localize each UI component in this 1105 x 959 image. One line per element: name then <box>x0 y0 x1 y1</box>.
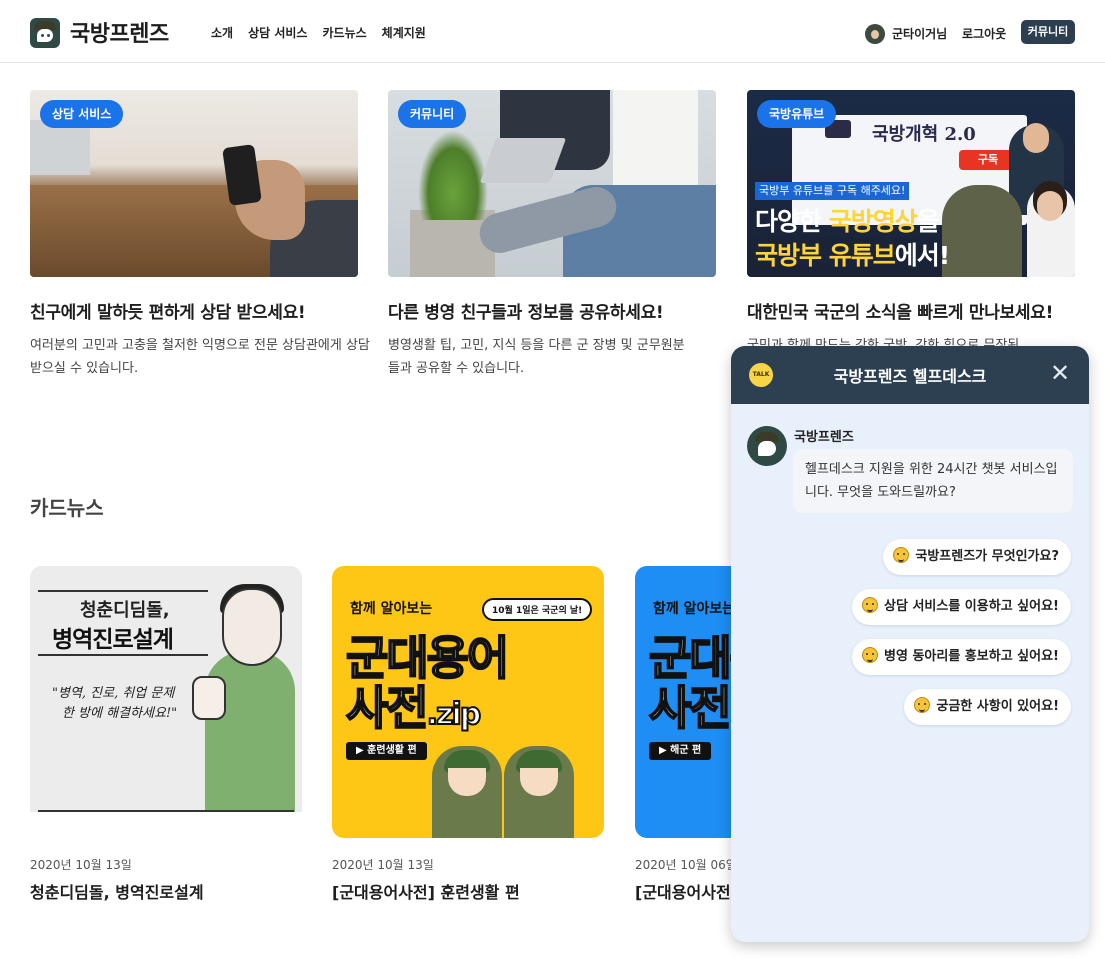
cardnews-title[interactable]: [군대용어사전] 훈련생활 편 <box>332 879 520 903</box>
logout-link[interactable]: 로그아웃 <box>962 25 1006 42</box>
feature-title[interactable]: 친구에게 말하듯 편하게 상담 받으세요! <box>30 298 306 323</box>
feature-card-counseling[interactable]: 상담 서비스 친구에게 말하듯 편하게 상담 받으세요! 여러분의 고민과 고충… <box>30 90 370 376</box>
helpdesk-header: TALK 국방프렌즈 헬프데스크 ✕ <box>731 346 1089 404</box>
category-badge: 상담 서비스 <box>40 100 124 128</box>
laptop-icon <box>479 138 567 183</box>
section-title-cardnews: 카드뉴스 <box>30 496 104 520</box>
feature-description: 여러분의 고민과 고충을 철저한 익명으로 전문 상담관에게 상담 받으실 수 … <box>30 338 370 376</box>
category-badge: 커뮤니티 <box>398 100 467 128</box>
feature-image[interactable]: 상담 서비스 <box>30 90 358 277</box>
brand-name[interactable]: 국방프렌즈 <box>70 16 169 48</box>
nav-item-cardnews[interactable]: 카드뉴스 <box>322 24 366 41</box>
cardnews-title[interactable]: 청춘디딤돌, 병역진로설계 <box>30 879 204 903</box>
bot-name: 국방프렌즈 <box>794 430 854 445</box>
worried-emoji-icon <box>862 597 878 613</box>
feature-card-community[interactable]: 커뮤니티 다른 병영 친구들과 정보를 공유하세요! 병영생활 팁, 고민, 지… <box>388 90 716 376</box>
cardnews-thumbnail[interactable]: 함께 알아보는 10월 1일은 국군의 날! 군대용어 사전.zip ▶ 훈련생… <box>332 566 604 838</box>
feature-description: 병영생활 팁, 고민, 지식 등을 다른 군 장병 및 군무원분들과 공유할 수… <box>388 338 685 376</box>
quick-reply-what-is[interactable]: 국방프렌즈가 무엇인가요? <box>883 539 1071 575</box>
feature-card-youtube[interactable]: 국방개혁 2.0 구독 국방부 유튜브를 구독 해주세요! 다양한 국방영상을 … <box>747 90 1075 353</box>
image-line-1: 다양한 국방영상을 <box>755 207 940 236</box>
feature-image[interactable]: 커뮤니티 <box>388 90 716 277</box>
bot-avatar <box>747 426 787 466</box>
feature-title[interactable]: 다른 병영 친구들과 정보를 공유하세요! <box>388 298 664 323</box>
nav-item-intro[interactable]: 소개 <box>211 24 233 41</box>
helpdesk-title: 국방프렌즈 헬프데스크 <box>833 367 987 386</box>
cardnews-item[interactable]: 청춘디딤돌, 병역진로설계 "병역, 진로, 취업 문제 한 방에 해결하세요!"… <box>30 566 302 902</box>
cardnews-item[interactable]: 함께 알아보는 10월 1일은 국군의 날! 군대용어 사전.zip ▶ 훈련생… <box>332 566 604 902</box>
user-name[interactable]: 군타이거님 <box>892 25 947 42</box>
close-icon[interactable]: ✕ <box>1049 360 1071 386</box>
cardnews-thumbnail[interactable]: 청춘디딤돌, 병역진로설계 "병역, 진로, 취업 문제 한 방에 해결하세요!" <box>30 566 302 838</box>
cardnews-date: 2020년 10월 13일 <box>332 858 434 872</box>
feature-title[interactable]: 대한민국 국군의 소식을 빠르게 만나보세요! <box>747 298 1053 323</box>
image-headline: 국방개혁 2.0 <box>872 124 976 145</box>
hug-emoji-icon <box>862 647 878 663</box>
nav-item-counseling[interactable]: 상담 서비스 <box>248 24 307 41</box>
site-header: 국방프렌즈 소개 상담 서비스 카드뉴스 체계지원 군타이거님 로그아웃 커뮤니… <box>0 0 1105 63</box>
thumbs-up-icon <box>192 676 226 720</box>
cardnews-date: 2020년 10월 13일 <box>30 858 132 872</box>
image-line-2: 국방부 유튜브에서! <box>755 241 950 270</box>
phone-icon <box>222 144 262 206</box>
category-badge: 국방유튜브 <box>757 100 837 128</box>
cardnews-date: 2020년 10월 06일 <box>635 858 737 872</box>
image-tag: 국방부 유튜브를 구독 해주세요! <box>755 182 910 200</box>
quick-reply-question[interactable]: 궁금한 사항이 있어요! <box>904 689 1071 725</box>
helpdesk-chat-panel: TALK 국방프렌즈 헬프데스크 ✕ 국방프렌즈 헬프데스크 지원을 위한 24… <box>731 346 1089 942</box>
soldier-illustration <box>504 746 574 838</box>
main-nav: 소개 상담 서비스 카드뉴스 체계지원 <box>211 24 426 41</box>
avatar[interactable] <box>865 24 885 44</box>
bot-message: 헬프데스크 지원을 위한 24시간 챗봇 서비스입니다. 무엇을 도와드릴까요? <box>793 449 1073 513</box>
logo-icon[interactable] <box>30 18 60 48</box>
smile-emoji-icon <box>893 547 910 563</box>
community-button[interactable]: 커뮤니티 <box>1021 20 1075 44</box>
soldier-illustration <box>432 746 502 838</box>
thinking-emoji-icon <box>914 697 931 713</box>
feature-image[interactable]: 국방개혁 2.0 구독 국방부 유튜브를 구독 해주세요! 다양한 국방영상을 … <box>747 90 1075 277</box>
quick-reply-club-promo[interactable]: 병영 동아리를 홍보하고 싶어요! <box>852 639 1071 675</box>
nav-item-system-support[interactable]: 체계지원 <box>382 24 426 41</box>
quick-reply-counseling[interactable]: 상담 서비스를 이용하고 싶어요! <box>852 589 1071 625</box>
